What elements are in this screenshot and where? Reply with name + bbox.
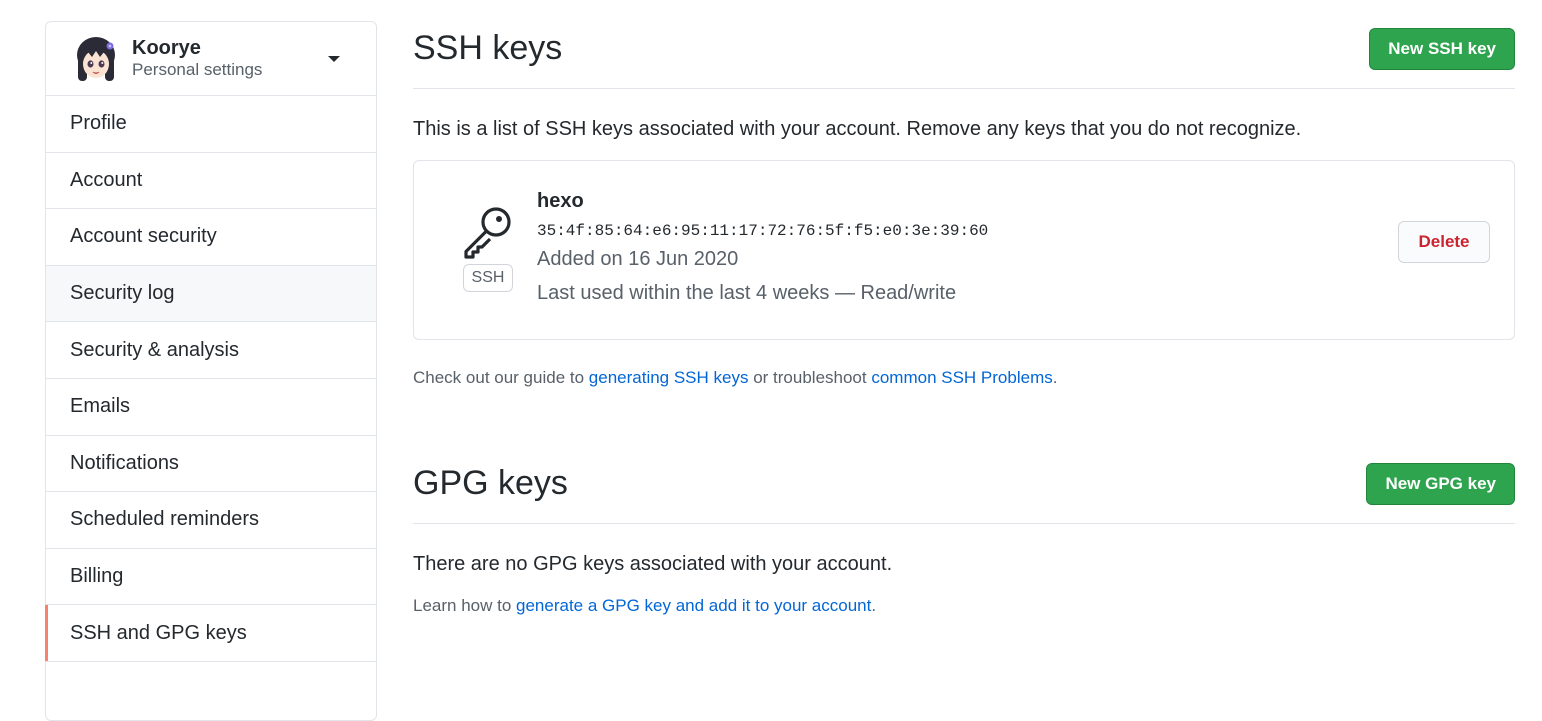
ssh-key-fingerprint: 35:4f:85:64:e6:95:11:17:72:76:5f:f5:e0:3… <box>537 222 989 240</box>
gpg-learn-prefix: Learn how to <box>413 596 517 615</box>
account-switcher[interactable]: Koorye Personal settings <box>46 22 376 96</box>
gpg-learn-text: Learn how to generate a GPG key and add … <box>413 596 1515 616</box>
gpg-keys-section: GPG keys New GPG key There are no GPG ke… <box>413 456 1515 616</box>
ssh-section-title: SSH keys <box>413 29 563 67</box>
sidebar-item-profile[interactable]: Profile <box>46 96 376 153</box>
ssh-guide-prefix: Check out our guide to <box>413 368 589 387</box>
main-content: SSH keys New SSH key This is a list of S… <box>413 21 1515 616</box>
user-subtitle: Personal settings <box>132 59 263 79</box>
new-gpg-key-button[interactable]: New GPG key <box>1366 463 1515 505</box>
ssh-guide-middle: or troubleshoot <box>748 368 872 387</box>
ssh-key-details: hexo 35:4f:85:64:e6:95:11:17:72:76:5f:f5… <box>537 189 988 309</box>
gpg-section-title: GPG keys <box>413 464 568 502</box>
gpg-learn-suffix: . <box>871 596 877 615</box>
sidebar-item-notifications[interactable]: Notifications <box>46 436 376 493</box>
delete-ssh-key-button[interactable]: Delete <box>1398 221 1490 263</box>
ssh-key-item: SSH hexo 35:4f:85:64:e6:95:11:17:72:76:5… <box>413 160 1515 340</box>
common-ssh-problems-link[interactable]: common SSH Problems <box>871 368 1052 387</box>
ssh-intro-text: This is a list of SSH keys associated wi… <box>413 118 1302 140</box>
sidebar-item-account-security[interactable]: Account security <box>46 209 376 266</box>
user-block: Koorye Personal settings <box>132 37 262 81</box>
generate-gpg-key-link[interactable]: generate a GPG key and add it to your ac… <box>516 596 871 615</box>
sidebar-item-ssh-gpg-keys[interactable]: SSH and GPG keys <box>45 605 376 662</box>
gpg-section-header: GPG keys New GPG key <box>413 456 1515 524</box>
new-ssh-key-button[interactable]: New SSH key <box>1369 28 1515 70</box>
key-icon <box>464 207 511 259</box>
chevron-down-icon[interactable] <box>328 56 340 62</box>
sidebar-item-security-log[interactable]: Security log <box>46 265 376 323</box>
sidebar-item-billing[interactable]: Billing <box>46 549 376 606</box>
generating-ssh-keys-link[interactable]: generating SSH keys <box>589 368 749 387</box>
sidebar-item-scheduled-reminders[interactable]: Scheduled reminders <box>46 492 376 549</box>
gpg-empty-text: There are no GPG keys associated with yo… <box>413 553 893 575</box>
settings-sidebar: Koorye Personal settings Profile Account… <box>45 21 377 721</box>
avatar <box>77 36 115 81</box>
user-name: Koorye <box>132 36 201 59</box>
ssh-key-name: hexo <box>537 190 584 212</box>
ssh-section-header: SSH keys New SSH key <box>413 21 1515 89</box>
ssh-key-added-date: Added on 16 Jun 2020 <box>537 248 739 270</box>
ssh-badge: SSH <box>463 264 513 292</box>
ssh-key-last-used: Last used within the last 4 weeks — Read… <box>537 282 957 304</box>
ssh-guide-suffix: . <box>1052 368 1058 387</box>
sidebar-item-security-analysis[interactable]: Security & analysis <box>46 322 376 379</box>
ssh-keys-section: SSH keys New SSH key This is a list of S… <box>413 21 1515 388</box>
sidebar-item-account[interactable]: Account <box>46 153 376 210</box>
ssh-guide-text: Check out our guide to generating SSH ke… <box>413 368 1515 388</box>
sidebar-item-emails[interactable]: Emails <box>46 379 376 436</box>
